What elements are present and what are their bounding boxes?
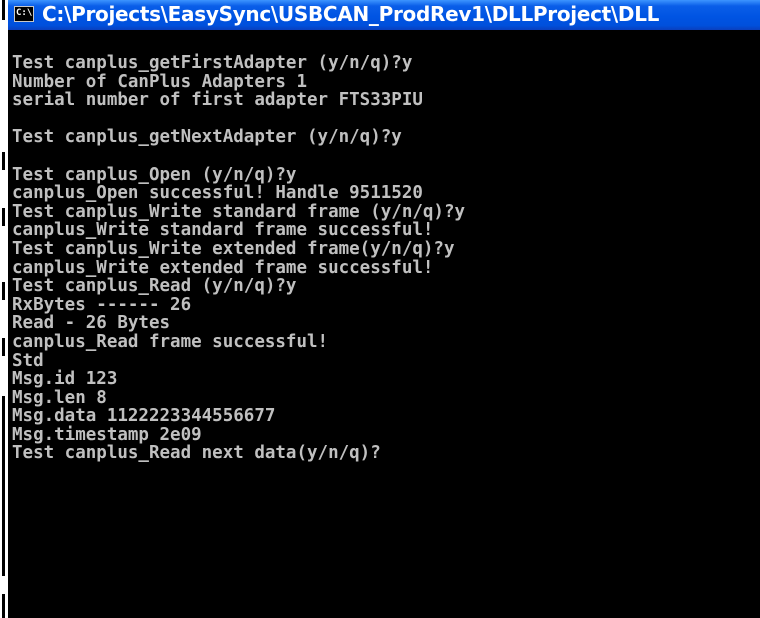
- edge-mark: [2, 282, 5, 300]
- title-bar[interactable]: C:\ C:\Projects\EasySync\USBCAN_ProdRev1…: [8, 0, 760, 30]
- edge-mark: [2, 208, 5, 226]
- console-line: Test canplus_Write extended frame(y/n/q)…: [12, 238, 455, 259]
- console-output[interactable]: Test canplus_getFirstAdapter (y/n/q)?y Nu…: [12, 54, 760, 463]
- console-line: canplus_Open successful! Handle 9511520: [12, 183, 423, 204]
- console-icon[interactable]: C:\: [14, 6, 34, 22]
- console-line: canplus_Write extended frame successful!: [12, 257, 434, 278]
- window-title: C:\Projects\EasySync\USBCAN_ProdRev1\DLL…: [42, 2, 660, 26]
- console-line: canplus_Write standard frame successful!: [12, 220, 434, 241]
- console-line: Number of CanPlus Adapters 1: [12, 71, 308, 92]
- console-line: Test canplus_Write standard frame (y/n/q…: [12, 201, 466, 222]
- console-line: Test canplus_Open (y/n/q)?y: [12, 164, 297, 185]
- console-line: Test canplus_Read next data(y/n/q)?: [12, 443, 381, 464]
- console-line: Test canplus_getFirstAdapter (y/n/q)?y: [12, 53, 413, 73]
- console-line: canplus_Read frame successful!: [12, 331, 329, 352]
- console-line: Test canplus_Read (y/n/q)?y: [12, 276, 297, 297]
- console-line: Msg.data 1122223344556677: [12, 406, 276, 427]
- console-line: Read - 26 Bytes: [12, 313, 171, 334]
- edge-mark: [2, 152, 5, 170]
- console-line: Msg.len 8: [12, 387, 107, 408]
- edge-mark: [2, 338, 5, 356]
- console-line: Std: [12, 350, 44, 371]
- console-line: Test canplus_getNextAdapter (y/n/q)?y: [12, 127, 402, 148]
- edge-mark: [2, 0, 5, 20]
- edge-mark: [2, 396, 5, 576]
- console-window: C:\ C:\Projects\EasySync\USBCAN_ProdRev1…: [0, 0, 760, 618]
- console-line: RxBytes ------ 26: [12, 294, 192, 315]
- edge-mark: [2, 594, 5, 618]
- console-line: serial number of first adapter FTS33PIU: [12, 90, 423, 111]
- console-line: Msg.id 123: [12, 369, 118, 390]
- window-left-edge: [0, 0, 8, 618]
- console-line: Msg.timestamp 2e09: [12, 424, 202, 445]
